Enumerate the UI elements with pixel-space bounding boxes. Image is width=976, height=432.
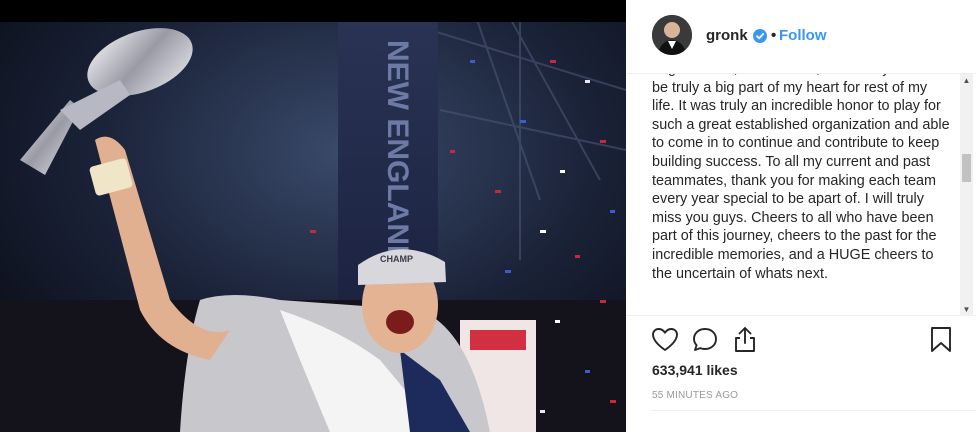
likes-count[interactable]: 633,941 likes <box>652 362 738 378</box>
follow-button[interactable]: Follow <box>779 27 827 44</box>
verified-check-icon <box>753 29 767 43</box>
caption-scroll-area[interactable]: Organization, Pats Nation, and all my fa… <box>626 74 976 316</box>
separator-dot: • <box>771 27 777 44</box>
post-actions-bar <box>626 316 976 366</box>
caption-text: Organization, Pats Nation, and all my fa… <box>652 74 950 282</box>
post-photo[interactable]: NEW ENGLAND PATRIOTS CHAMP <box>0 0 626 432</box>
heart-icon[interactable] <box>650 325 680 355</box>
share-icon[interactable] <box>730 325 760 355</box>
trophy-celebration-photo: NEW ENGLAND PATRIOTS CHAMP <box>0 0 626 432</box>
post-side-panel: gronk • Follow Organization, Pats Nation… <box>626 0 976 432</box>
scroll-down-arrow-icon[interactable]: ▼ <box>960 303 973 316</box>
scroll-thumb[interactable] <box>962 154 971 182</box>
avatar[interactable] <box>652 15 692 55</box>
bookmark-icon[interactable] <box>926 325 956 355</box>
divider <box>652 410 976 411</box>
scroll-up-arrow-icon[interactable]: ▲ <box>960 74 973 87</box>
comment-icon[interactable] <box>690 325 720 355</box>
username-link[interactable]: gronk <box>706 27 748 44</box>
caption-scrollbar[interactable]: ▲ ▼ <box>960 74 973 316</box>
cap-text: CHAMP <box>380 254 413 264</box>
post-timestamp[interactable]: 55 MINUTES AGO <box>652 390 738 401</box>
profile-photo-icon <box>652 15 692 55</box>
post-header: gronk • Follow <box>626 0 976 74</box>
